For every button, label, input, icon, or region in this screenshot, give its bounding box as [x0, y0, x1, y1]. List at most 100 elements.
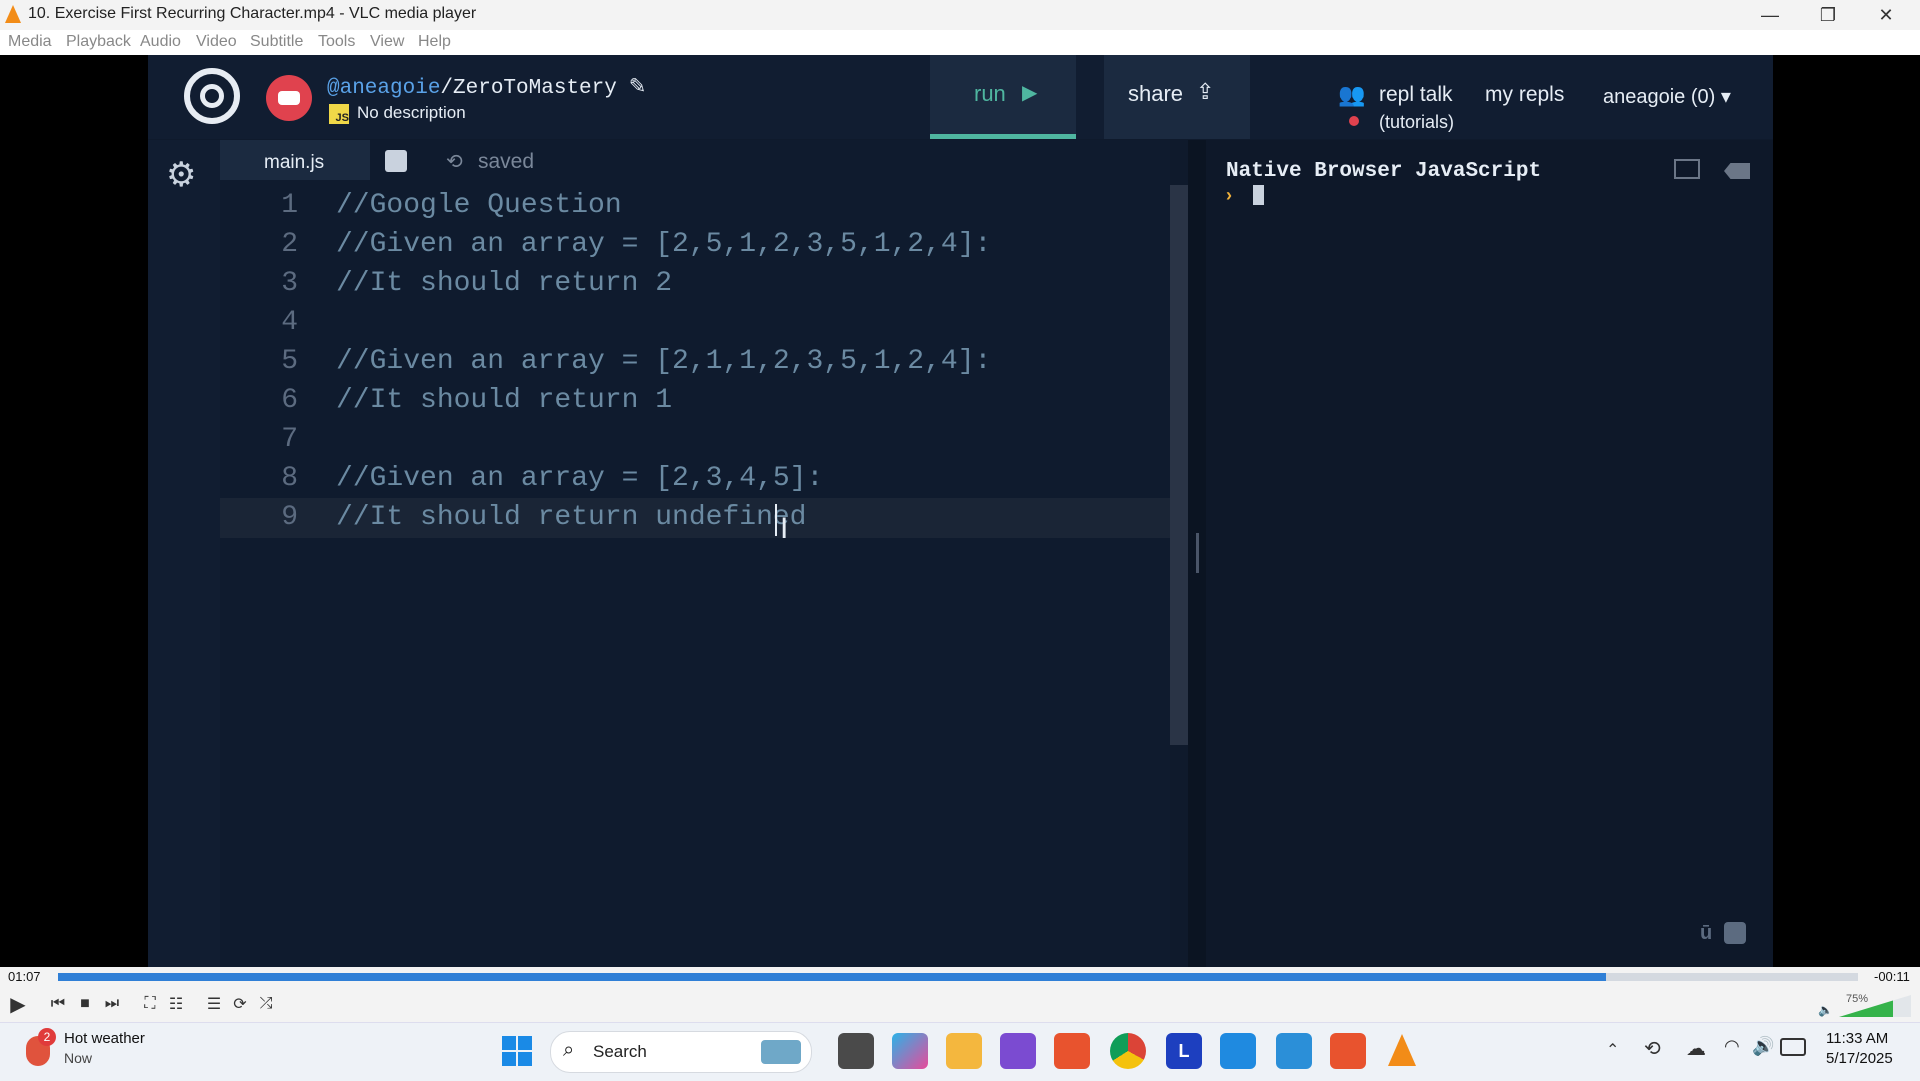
expand-console-icon[interactable] — [1674, 159, 1700, 179]
saved-status: saved — [478, 150, 535, 173]
fullscreen-icon[interactable]: ⛶ — [138, 992, 162, 1016]
clock-time[interactable]: 11:33 AM — [1826, 1030, 1888, 1047]
share-label: share — [1128, 81, 1184, 106]
account-label: aneagoie (0) — [1603, 86, 1716, 108]
help-icon — [1724, 922, 1746, 944]
speaker-icon[interactable]: 🔈 — [1818, 1003, 1833, 1017]
menu-subtitle[interactable]: Subtitle — [250, 33, 303, 51]
line-number: 8 — [281, 463, 298, 494]
line-number: 5 — [281, 346, 298, 377]
weather-title[interactable]: Hot weather — [64, 1030, 145, 1047]
repl-talk-link[interactable]: repl talk — [1379, 83, 1453, 107]
repl-sidebar — [148, 140, 220, 967]
loop-icon[interactable]: ⟳ — [228, 992, 252, 1016]
restore-button[interactable]: ❐ — [1800, 0, 1856, 30]
menu-audio[interactable]: Audio — [140, 33, 181, 51]
repl-logo-icon — [184, 68, 240, 124]
menu-playback[interactable]: Playback — [66, 33, 131, 51]
menu-tools[interactable]: Tools — [318, 33, 355, 51]
menu-view[interactable]: View — [370, 33, 404, 51]
udemy-watermark-icon: ū — [1700, 922, 1713, 944]
menu-bar: Media Playback Audio Video Subtitle Tool… — [0, 30, 1920, 55]
code-line: //It should return 2 — [336, 268, 673, 299]
menu-help[interactable]: Help — [418, 33, 451, 51]
next-icon[interactable]: ⏭ — [100, 992, 124, 1016]
seek-bar-fill — [58, 973, 1606, 981]
visual-studio-icon[interactable] — [1000, 1033, 1036, 1069]
share-button[interactable]: share ⇪ — [1104, 55, 1250, 139]
tab-label: main.js — [264, 152, 325, 173]
title-bar: 10. Exercise First Recurring Character.m… — [0, 0, 1920, 30]
share-icon: ⇪ — [1196, 79, 1215, 104]
notification-dot — [1349, 116, 1359, 126]
run-label: run — [974, 81, 1006, 106]
files-icon[interactable] — [385, 150, 407, 172]
task-view-icon[interactable] — [838, 1033, 874, 1069]
chrome-icon[interactable] — [1110, 1033, 1146, 1069]
repl-repo-name: /ZeroToMastery — [440, 77, 617, 100]
window-title: 10. Exercise First Recurring Character.m… — [28, 5, 477, 22]
file-explorer-icon[interactable] — [946, 1033, 982, 1069]
weather-badge: 2 — [38, 1028, 56, 1046]
line-number: 2 — [281, 229, 298, 260]
repl-path: @aneagoie/ZeroToMastery ✎ — [327, 74, 646, 100]
console-prompt-icon: › — [1226, 185, 1232, 205]
repl-description: No description — [357, 103, 466, 122]
vscode-icon[interactable] — [1220, 1033, 1256, 1069]
chevron-up-icon[interactable]: ⌃ — [1606, 1040, 1619, 1060]
remaining-time[interactable]: -00:11 — [1874, 969, 1910, 984]
play-button[interactable]: ▶ — [6, 992, 30, 1016]
minimize-button[interactable]: — — [1742, 0, 1798, 30]
brave-icon[interactable] — [1054, 1033, 1090, 1069]
editor-scrollbar[interactable] — [1170, 185, 1188, 745]
account-menu[interactable]: aneagoie (0) ▾ — [1603, 84, 1731, 109]
code-line: //It should return undefined — [336, 502, 807, 533]
previous-icon[interactable]: ⏮ — [46, 992, 70, 1016]
menu-media[interactable]: Media — [8, 33, 52, 51]
gear-icon[interactable]: ⚙ — [166, 155, 196, 195]
l-app-icon[interactable]: L — [1166, 1033, 1202, 1069]
shuffle-icon[interactable]: ⤮ — [254, 992, 278, 1016]
avatar — [266, 75, 312, 121]
my-repls-link[interactable]: my repls — [1485, 83, 1564, 107]
vlc-icon — [5, 5, 21, 23]
stop-icon[interactable]: ■ — [73, 992, 97, 1016]
line-number: 1 — [281, 190, 298, 221]
brave-alt-icon[interactable] — [1330, 1033, 1366, 1069]
console-title: Native Browser JavaScript — [1226, 160, 1542, 183]
seek-bar[interactable] — [58, 973, 1858, 981]
code-line: //Google Question — [336, 190, 622, 221]
code-line: //Given an array = [2,5,1,2,3,5,1,2,4]: — [336, 229, 992, 260]
line-number: 3 — [281, 268, 298, 299]
text-cursor — [775, 504, 777, 536]
code-line: //Given an array = [2,3,4,5]: — [336, 463, 824, 494]
console-pane[interactable] — [1206, 140, 1773, 967]
i-beam-cursor-icon: I — [780, 512, 789, 545]
wifi-icon[interactable]: ◠ — [1724, 1036, 1740, 1057]
close-button[interactable]: ✕ — [1858, 0, 1914, 30]
windows-start-icon[interactable] — [502, 1036, 532, 1066]
vlc-taskbar-icon[interactable] — [1388, 1034, 1416, 1066]
search-icon: ⌕ — [563, 1039, 575, 1061]
tab-main-js[interactable]: main.js — [220, 140, 370, 184]
people-icon: 👥 — [1338, 82, 1366, 107]
play-icon: ▶ — [1022, 82, 1038, 104]
battery-icon[interactable] — [1780, 1038, 1806, 1056]
run-button[interactable]: run ▶ — [930, 55, 1076, 139]
edit-pencil-icon[interactable]: ✎ — [629, 75, 647, 98]
js-badge-icon: JS — [329, 104, 349, 124]
divider-handle[interactable] — [1196, 533, 1199, 573]
volume-icon[interactable]: 🔊 — [1752, 1036, 1774, 1057]
m365-icon[interactable] — [892, 1033, 928, 1069]
notepad-icon[interactable] — [1276, 1033, 1312, 1069]
search-box[interactable]: ⌕ Search — [550, 1031, 812, 1073]
line-number: 4 — [281, 307, 298, 338]
history-icon: ⟲ — [446, 151, 463, 173]
repl-user-link[interactable]: @aneagoie — [327, 77, 440, 100]
sync-icon[interactable]: ⟲ — [1644, 1036, 1661, 1061]
extended-settings-icon[interactable]: ☷ — [164, 992, 188, 1016]
menu-video[interactable]: Video — [196, 33, 237, 51]
cloud-icon[interactable]: ☁ — [1686, 1036, 1706, 1061]
playlist-icon[interactable]: ☰ — [202, 992, 226, 1016]
clock-date[interactable]: 5/17/2025 — [1826, 1050, 1893, 1067]
